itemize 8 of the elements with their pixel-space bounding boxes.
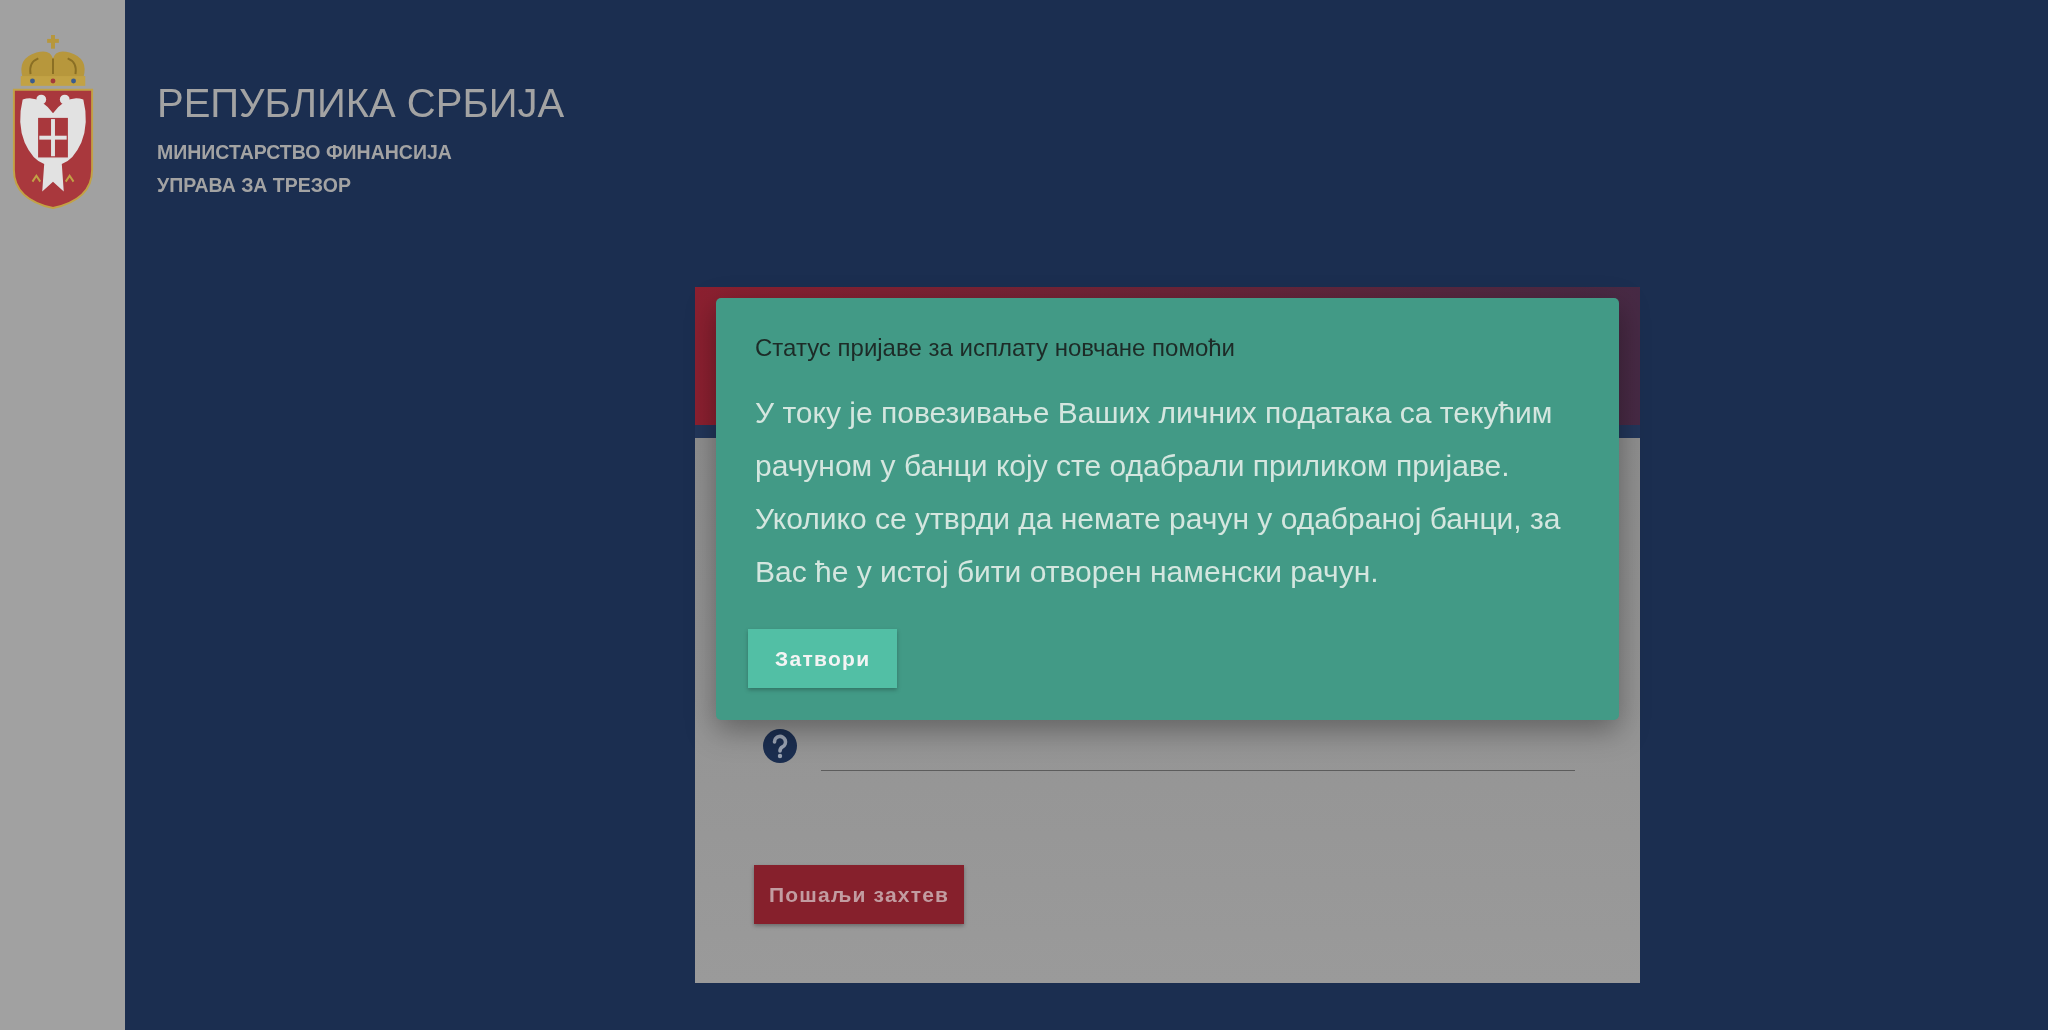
close-button[interactable]: Затвори [748,629,898,688]
site-subtitle: МИНИСТАРСТВО ФИНАНСИЈА [157,140,452,165]
dialog-message: У току је повезивање Ваших личних података са текућим рачуном у банци коју сте одабрали приликом пријаве. Уколико се утврди да немате рачун у одабраној банци, за Вас ће у истој бити отворен наменски рачун. [755,395,1562,590]
send-request-button[interactable]: Пошаљи захтев [754,865,965,924]
site-title: РЕПУБЛИКА СРБИЈА [157,80,565,126]
dialog-title: Статус пријаве за исплату новчане помоћи [755,333,1235,363]
help-icon[interactable] [763,729,797,763]
site-subtitle: УПРАВА ЗА ТРЕЗОР [157,173,351,198]
